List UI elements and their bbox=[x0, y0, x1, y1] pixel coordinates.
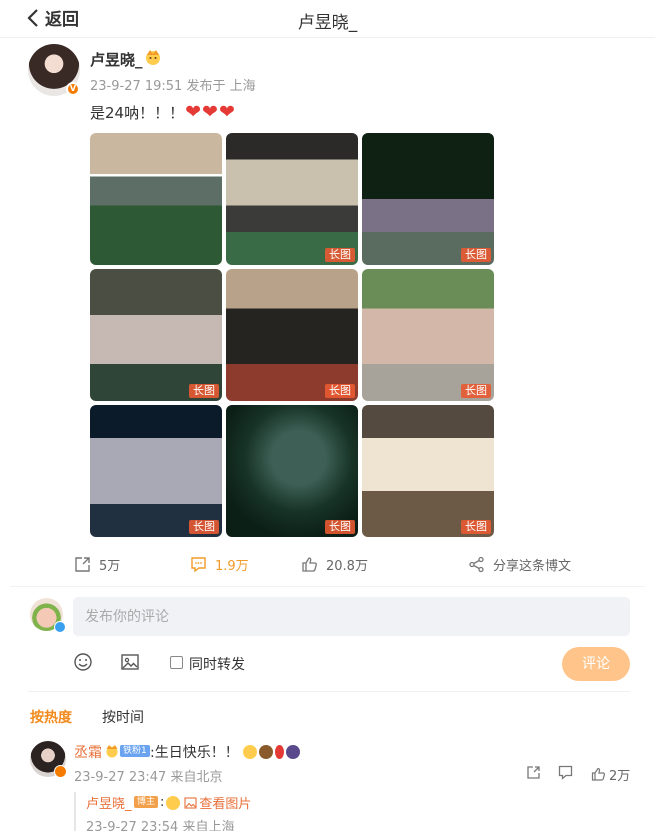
long-image-tag: 长图 bbox=[189, 520, 219, 534]
sort-by-hot-tab[interactable]: 按热度 bbox=[30, 707, 72, 727]
long-image-tag: 长图 bbox=[461, 384, 491, 398]
emoji-icon[interactable] bbox=[73, 652, 93, 672]
fan-level-label: 铁粉1 bbox=[120, 744, 150, 757]
reply-meta: 23-9-27 23:54 来自上海 bbox=[86, 816, 235, 831]
comment-repost-button[interactable] bbox=[526, 765, 541, 780]
commenter-name[interactable]: 丞霜 bbox=[74, 742, 102, 762]
reply-time: 23-9-27 23:54 bbox=[86, 820, 179, 831]
comment-text: :生日快乐！！ bbox=[150, 742, 300, 762]
heart-icon: ❤ bbox=[218, 101, 235, 123]
image-grid: 长图 长图 长图 长图 长图 长图 长图 长图 bbox=[90, 133, 495, 538]
comment-icon bbox=[191, 557, 206, 573]
clap-emoji-icon bbox=[166, 795, 181, 810]
view-image-link[interactable]: 查看图片 bbox=[184, 793, 251, 812]
repost-count: 5万 bbox=[99, 559, 121, 574]
comment-time: 23-9-27 23:47 bbox=[74, 770, 167, 785]
post-text-body: 是24呐！！！ bbox=[90, 103, 185, 122]
crown-badge-icon bbox=[106, 745, 118, 758]
post-time: 23-9-27 19:51 bbox=[90, 79, 183, 94]
reply-text: : 查看图片 bbox=[160, 793, 251, 812]
author-name[interactable]: 卢昱晓_ bbox=[90, 49, 143, 70]
reply-source: 来自上海 bbox=[182, 820, 235, 831]
submit-comment-button[interactable]: 评论 bbox=[562, 647, 630, 681]
author-reply: 卢昱晓_ 博主 : 查看图片 23-9-27 23:54 来自上海 bbox=[74, 792, 634, 831]
verified-badge-icon: V bbox=[66, 82, 80, 96]
post-source: 发布于 上海 bbox=[186, 79, 256, 94]
like-count: 20.8万 bbox=[326, 559, 368, 574]
post-actions: 5万 1.9万 20.8万 分享这条博文 bbox=[0, 555, 655, 579]
post-image-5[interactable]: 长图 bbox=[226, 269, 358, 401]
long-image-tag: 长图 bbox=[189, 384, 219, 398]
post-image-6[interactable]: 长图 bbox=[362, 269, 494, 401]
share-label: 分享这条博文 bbox=[493, 559, 572, 574]
post-image-4[interactable]: 长图 bbox=[90, 269, 222, 401]
long-image-tag: 长图 bbox=[325, 520, 355, 534]
comment-icon bbox=[558, 765, 573, 780]
comment-button[interactable]: 1.9万 bbox=[190, 555, 249, 574]
long-image-tag: 长图 bbox=[461, 520, 491, 534]
verified-badge-icon bbox=[54, 765, 67, 778]
comment-meta: 23-9-27 23:47 来自北京 bbox=[74, 766, 223, 785]
post-text: 是24呐！！！ ❤ ❤ ❤ bbox=[90, 101, 235, 123]
reply-prefix: : bbox=[160, 795, 165, 810]
post-image-3[interactable]: 长图 bbox=[362, 133, 494, 265]
comment-reply-button[interactable] bbox=[558, 765, 573, 780]
post-image-7[interactable]: 长图 bbox=[90, 405, 222, 537]
verified-badge-icon bbox=[54, 621, 66, 633]
like-button[interactable]: 20.8万 bbox=[301, 555, 368, 574]
page-title: 卢昱晓_ bbox=[297, 13, 358, 33]
comment-count: 1.9万 bbox=[215, 559, 249, 574]
thumbs-up-icon bbox=[302, 557, 317, 572]
image-upload-icon[interactable] bbox=[120, 652, 140, 672]
long-image-tag: 长图 bbox=[325, 384, 355, 398]
thumbs-up-icon bbox=[591, 767, 605, 781]
divider bbox=[10, 586, 645, 587]
long-image-tag: 长图 bbox=[461, 248, 491, 262]
author-badge: 博主 bbox=[134, 796, 159, 808]
comment-like-button[interactable]: 2万 bbox=[591, 765, 630, 784]
share-icon bbox=[469, 556, 484, 573]
heart-icon: ❤ bbox=[202, 101, 218, 123]
view-image-label: 查看图片 bbox=[199, 797, 252, 812]
fan-badge: 铁粉1 bbox=[104, 743, 150, 758]
repost-icon bbox=[527, 766, 540, 779]
repost-icon bbox=[75, 557, 90, 572]
sort-by-time-tab[interactable]: 按时间 bbox=[102, 707, 144, 727]
forward-checkbox[interactable] bbox=[170, 656, 183, 669]
comment-input[interactable] bbox=[73, 597, 630, 636]
comment-like-count: 2万 bbox=[609, 769, 631, 784]
image-icon bbox=[184, 796, 197, 809]
forward-label: 同时转发 bbox=[189, 657, 245, 673]
long-image-tag: 长图 bbox=[325, 248, 355, 262]
crown-badge-icon bbox=[146, 50, 160, 65]
comment-text-body: :生日快乐！！ bbox=[150, 745, 239, 761]
repost-button[interactable]: 5万 bbox=[74, 555, 120, 574]
post-image-8[interactable]: 长图 bbox=[226, 405, 358, 537]
share-button[interactable]: 分享这条博文 bbox=[468, 555, 571, 574]
post-image-1[interactable] bbox=[90, 133, 222, 265]
gift-emoji-icon bbox=[285, 745, 300, 759]
post-meta: 23-9-27 19:51 发布于 上海 bbox=[90, 75, 256, 94]
comment-source: 来自北京 bbox=[170, 770, 223, 785]
post-image-2[interactable]: 长图 bbox=[226, 133, 358, 265]
reply-author-name[interactable]: 卢昱晓_ bbox=[86, 793, 132, 812]
post-image-9[interactable]: 长图 bbox=[362, 405, 494, 537]
party-face-emoji-icon bbox=[242, 745, 257, 759]
cake-emoji-icon bbox=[258, 745, 273, 759]
balloon-emoji-icon bbox=[274, 745, 284, 759]
top-bar: 返回 卢昱晓_ bbox=[0, 0, 655, 38]
divider bbox=[28, 691, 630, 692]
heart-icon: ❤ bbox=[185, 101, 202, 123]
